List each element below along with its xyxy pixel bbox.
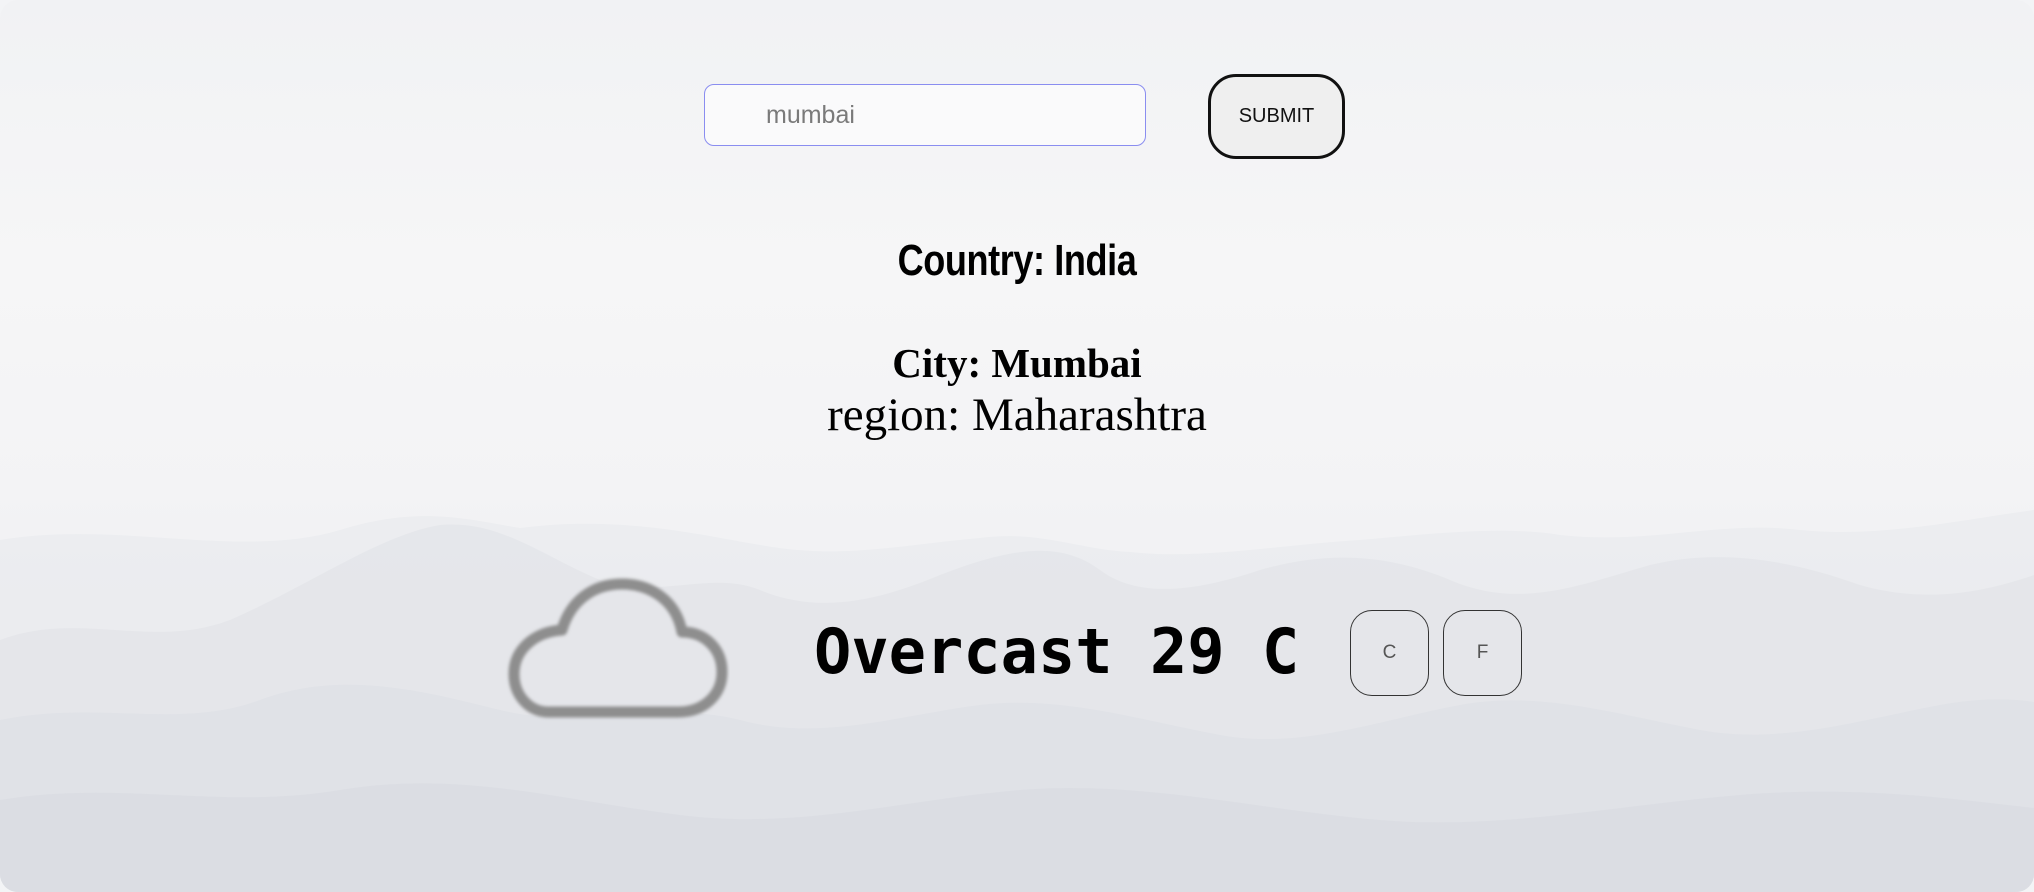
fahrenheit-button[interactable]: F bbox=[1443, 610, 1522, 696]
region-text: region: Maharashtra bbox=[827, 389, 1207, 441]
submit-button[interactable]: SUBMIT bbox=[1208, 74, 1345, 159]
app-frame: SUBMIT Country: India City: Mumbai regio… bbox=[0, 0, 2034, 892]
country-heading: Country: India bbox=[897, 236, 1137, 285]
weather-summary: Overcast 29 C bbox=[814, 615, 1300, 688]
city-heading: City: Mumbai bbox=[892, 340, 1142, 386]
celsius-button[interactable]: C bbox=[1350, 610, 1429, 696]
cloud-icon bbox=[508, 578, 728, 718]
city-search-input[interactable] bbox=[704, 84, 1146, 146]
